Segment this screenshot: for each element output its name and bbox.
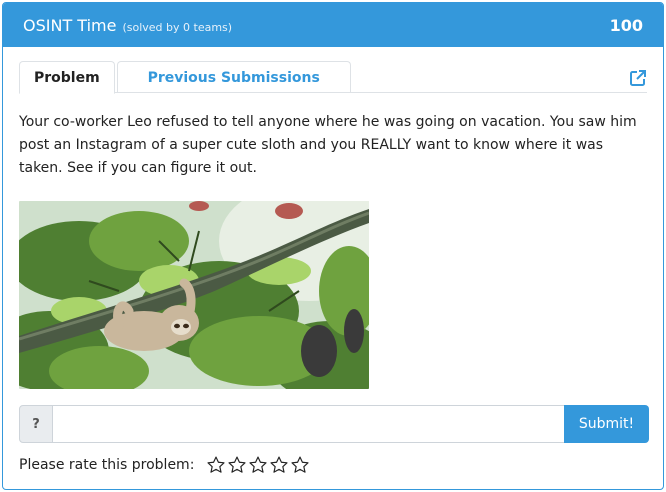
hint-addon: ? xyxy=(19,405,53,443)
rating-stars xyxy=(206,455,310,475)
external-link-icon[interactable] xyxy=(629,69,647,87)
challenge-description: Your co-worker Leo refused to tell anyon… xyxy=(19,114,637,176)
answer-form: ? Submit! xyxy=(19,405,649,443)
tab-problem[interactable]: Problem xyxy=(19,61,115,94)
submit-button[interactable]: Submit! xyxy=(564,405,649,443)
rating-label: Please rate this problem: xyxy=(19,457,195,473)
challenge-points: 100 xyxy=(609,15,643,35)
solved-count: (solved by 0 teams) xyxy=(122,20,233,34)
star-icon[interactable] xyxy=(269,455,289,475)
star-icon[interactable] xyxy=(227,455,247,475)
challenge-title: OSINT Time (solved by 0 teams) xyxy=(23,16,232,35)
tab-bar: Problem Previous Submissions xyxy=(19,61,647,94)
star-icon[interactable] xyxy=(206,455,226,475)
star-icon[interactable] xyxy=(248,455,268,475)
rating-row: Please rate this problem: xyxy=(19,455,310,475)
sloth-photo xyxy=(19,201,369,389)
star-icon[interactable] xyxy=(290,455,310,475)
answer-input[interactable] xyxy=(53,405,564,443)
challenge-panel: OSINT Time (solved by 0 teams) 100 Probl… xyxy=(2,2,664,490)
tab-previous-submissions[interactable]: Previous Submissions xyxy=(116,61,351,93)
panel-header: OSINT Time (solved by 0 teams) 100 xyxy=(3,3,663,47)
challenge-name: OSINT Time xyxy=(23,15,117,35)
